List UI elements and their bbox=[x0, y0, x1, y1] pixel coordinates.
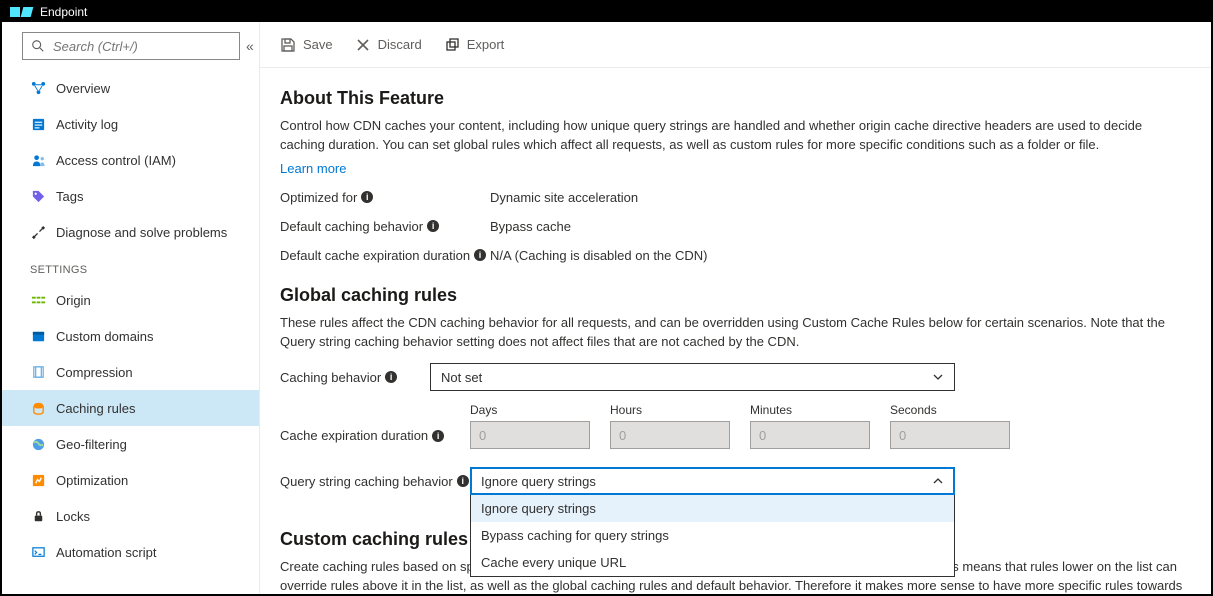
export-button[interactable]: Export bbox=[444, 37, 505, 53]
global-body: These rules affect the CDN caching behav… bbox=[280, 314, 1180, 352]
automation-script-icon bbox=[30, 544, 46, 560]
sidebar: « Overview Activity log Access control (… bbox=[2, 22, 260, 594]
discard-button[interactable]: Discard bbox=[355, 37, 422, 53]
duration-days-input[interactable] bbox=[470, 421, 590, 449]
chevron-down-icon bbox=[932, 371, 944, 383]
search-icon bbox=[31, 39, 45, 53]
save-icon bbox=[280, 37, 296, 53]
sidebar-item-tags[interactable]: Tags bbox=[2, 178, 259, 214]
query-string-dropdown: Ignore query strings Bypass caching for … bbox=[470, 495, 955, 577]
sidebar-item-compression[interactable]: Compression bbox=[2, 354, 259, 390]
origin-icon bbox=[30, 292, 46, 308]
lock-icon bbox=[30, 508, 46, 524]
query-string-caching-select[interactable]: Ignore query strings Ignore query string… bbox=[470, 467, 955, 495]
sidebar-item-overview[interactable]: Overview bbox=[2, 70, 259, 106]
duration-seconds-input[interactable] bbox=[890, 421, 1010, 449]
diagnose-icon bbox=[30, 224, 46, 240]
access-control-icon bbox=[30, 152, 46, 168]
sidebar-item-label: Overview bbox=[56, 81, 110, 96]
titlebar: Endpoint bbox=[2, 2, 1211, 22]
optimization-icon bbox=[30, 472, 46, 488]
sidebar-item-origin[interactable]: Origin bbox=[2, 282, 259, 318]
about-body: Control how CDN caches your content, inc… bbox=[280, 117, 1180, 155]
sidebar-section-settings: SETTINGS bbox=[2, 250, 259, 282]
sidebar-main-nav: Overview Activity log Access control (IA… bbox=[2, 70, 259, 250]
sidebar-item-label: Tags bbox=[56, 189, 83, 204]
dropdown-option-ignore[interactable]: Ignore query strings bbox=[471, 495, 954, 522]
sidebar-item-diagnose[interactable]: Diagnose and solve problems bbox=[2, 214, 259, 250]
toolbar: Save Discard Export bbox=[260, 22, 1211, 68]
sidebar-item-label: Optimization bbox=[56, 473, 128, 488]
geo-filtering-icon bbox=[30, 436, 46, 452]
sidebar-item-label: Access control (IAM) bbox=[56, 153, 176, 168]
sidebar-item-access-control[interactable]: Access control (IAM) bbox=[2, 142, 259, 178]
sidebar-item-caching-rules[interactable]: Caching rules bbox=[2, 390, 259, 426]
collapse-sidebar-icon[interactable]: « bbox=[246, 38, 254, 54]
export-icon bbox=[444, 37, 460, 53]
info-icon[interactable]: i bbox=[474, 249, 486, 261]
search-input[interactable] bbox=[22, 32, 240, 60]
custom-domains-icon bbox=[30, 328, 46, 344]
info-icon[interactable]: i bbox=[385, 371, 397, 383]
sidebar-item-label: Automation script bbox=[56, 545, 156, 560]
tags-icon bbox=[30, 188, 46, 204]
info-icon[interactable]: i bbox=[457, 475, 469, 487]
kv-default-caching: Default caching behavior i Bypass cache bbox=[280, 219, 1191, 234]
kv-default-expiration: Default cache expiration duration i N/A … bbox=[280, 248, 1191, 263]
chevron-up-icon bbox=[932, 475, 944, 487]
activity-log-icon bbox=[30, 116, 46, 132]
sidebar-item-custom-domains[interactable]: Custom domains bbox=[2, 318, 259, 354]
sidebar-item-label: Activity log bbox=[56, 117, 118, 132]
info-icon[interactable]: i bbox=[427, 220, 439, 232]
caching-rules-icon bbox=[30, 400, 46, 416]
duration-hours-input[interactable] bbox=[610, 421, 730, 449]
sidebar-item-activity-log[interactable]: Activity log bbox=[2, 106, 259, 142]
sidebar-item-label: Locks bbox=[56, 509, 90, 524]
sidebar-item-automation-script[interactable]: Automation script bbox=[2, 534, 259, 570]
compression-icon bbox=[30, 364, 46, 380]
global-heading: Global caching rules bbox=[280, 285, 1191, 306]
sidebar-item-label: Diagnose and solve problems bbox=[56, 225, 227, 240]
sidebar-item-label: Geo-filtering bbox=[56, 437, 127, 452]
discard-icon bbox=[355, 37, 371, 53]
sidebar-item-label: Caching rules bbox=[56, 401, 136, 416]
overview-icon bbox=[30, 80, 46, 96]
sidebar-settings-nav: Origin Custom domains Compression Cachin… bbox=[2, 282, 259, 570]
sidebar-item-optimization[interactable]: Optimization bbox=[2, 462, 259, 498]
info-icon[interactable]: i bbox=[361, 191, 373, 203]
sidebar-item-geo-filtering[interactable]: Geo-filtering bbox=[2, 426, 259, 462]
save-button[interactable]: Save bbox=[280, 37, 333, 53]
info-icon[interactable]: i bbox=[432, 430, 444, 442]
main-content: Save Discard Export About This Feature C… bbox=[260, 22, 1211, 594]
window-title: Endpoint bbox=[40, 5, 87, 19]
duration-minutes-input[interactable] bbox=[750, 421, 870, 449]
sidebar-item-locks[interactable]: Locks bbox=[2, 498, 259, 534]
sidebar-item-label: Custom domains bbox=[56, 329, 154, 344]
about-heading: About This Feature bbox=[280, 88, 1191, 109]
learn-more-link[interactable]: Learn more bbox=[280, 161, 346, 176]
cache-expiration-duration: Days Hours Minutes Seconds bbox=[470, 403, 1010, 449]
azure-logo-icon bbox=[10, 7, 32, 17]
sidebar-item-label: Origin bbox=[56, 293, 91, 308]
search-field[interactable] bbox=[53, 39, 231, 54]
kv-optimized-for: Optimized for i Dynamic site acceleratio… bbox=[280, 190, 1191, 205]
sidebar-item-label: Compression bbox=[56, 365, 133, 380]
dropdown-option-cache-unique[interactable]: Cache every unique URL bbox=[471, 549, 954, 576]
dropdown-option-bypass[interactable]: Bypass caching for query strings bbox=[471, 522, 954, 549]
caching-behavior-select[interactable]: Not set bbox=[430, 363, 955, 391]
